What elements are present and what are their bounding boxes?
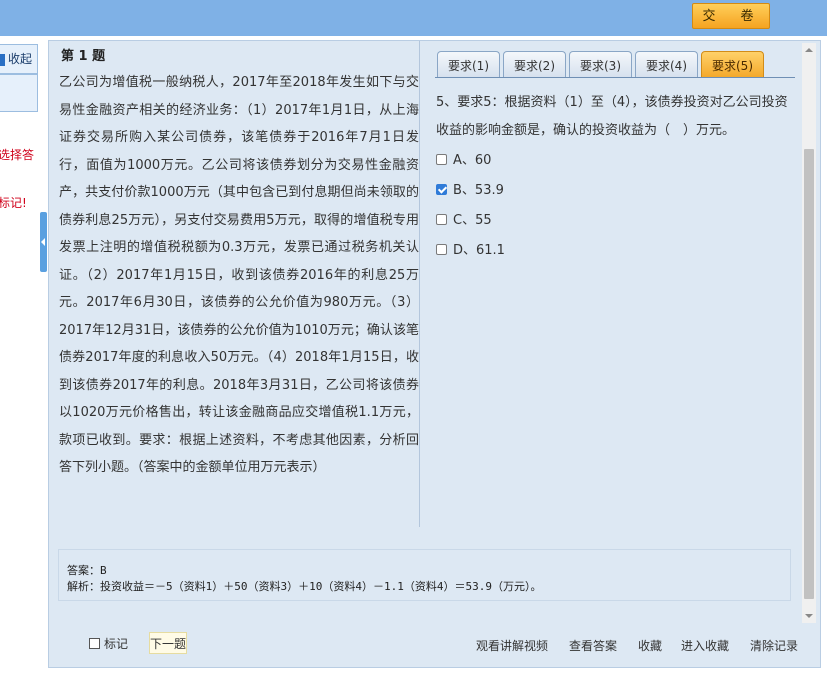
tab-requirement-1[interactable]: 要求(1)	[437, 51, 500, 77]
answer-box: 答案：B 解析：投资收益＝－5（资料1）＋50（资料3）＋10（资料4）－1.1…	[58, 549, 791, 601]
clear-records-link[interactable]: 清除记录	[750, 637, 798, 654]
watch-video-link[interactable]: 观看讲解视频	[476, 637, 548, 654]
checkbox[interactable]	[436, 154, 447, 165]
footer-bar: 标记 下一题 观看讲解视频 查看答案 收藏 进入收藏 清除记录	[49, 629, 820, 659]
question-title: 第 1 题	[61, 49, 106, 64]
option-label: B、53.9	[453, 183, 504, 198]
left-note-select: 选择答	[0, 148, 35, 162]
option-label: A、60	[453, 153, 492, 168]
option-a[interactable]: A、60	[436, 149, 491, 168]
tab-requirement-5[interactable]: 要求(5)	[701, 51, 764, 77]
view-answer-link[interactable]: 查看答案	[569, 637, 617, 654]
scroll-thumb[interactable]	[804, 149, 814, 599]
favorite-link[interactable]: 收藏	[638, 637, 662, 654]
divider	[419, 41, 420, 527]
scroll-down-arrow-icon[interactable]	[802, 609, 816, 623]
answer-text: 答案：B	[67, 564, 107, 577]
tab-requirement-2[interactable]: 要求(2)	[503, 51, 566, 77]
next-question-button[interactable]: 下一题	[149, 632, 187, 654]
question-body: 乙公司为增值税一般纳税人，2017年至2018年发生如下与交易性金融资产相关的经…	[59, 75, 419, 475]
option-d[interactable]: D、61.1	[436, 239, 505, 258]
checkbox-checked[interactable]	[436, 184, 447, 195]
question-panel: 第 1 题 乙公司为增值税一般纳税人，2017年至2018年发生如下与交易性金融…	[48, 40, 821, 668]
scroll-up-arrow-icon[interactable]	[802, 43, 816, 57]
left-note-mark: 标记!	[0, 196, 27, 210]
option-label: C、55	[453, 213, 492, 228]
mark-checkbox[interactable]: 标记	[89, 635, 128, 652]
analysis-text: 解析：投资收益＝－5（资料1）＋50（资料3）＋10（资料4）－1.1（资料4）…	[67, 580, 542, 593]
tab-requirement-4[interactable]: 要求(4)	[635, 51, 698, 77]
option-label: D、61.1	[453, 243, 505, 258]
checkbox[interactable]	[436, 214, 447, 225]
tab-underline	[435, 77, 795, 78]
option-c[interactable]: C、55	[436, 209, 492, 228]
checkbox[interactable]	[436, 244, 447, 255]
expand-handle[interactable]	[40, 212, 47, 272]
left-panel-box	[0, 74, 38, 112]
open-favorites-link[interactable]: 进入收藏	[681, 637, 729, 654]
checkbox[interactable]	[89, 638, 100, 649]
option-b[interactable]: B、53.9	[436, 179, 504, 198]
tab-requirement-3[interactable]: 要求(3)	[569, 51, 632, 77]
vertical-scrollbar[interactable]	[802, 43, 816, 623]
sub-question-text: 5、要求5：根据资料（1）至（4），该债券投资对乙公司投资收益的影响金额是，确认…	[436, 95, 788, 138]
top-bar: 交 卷	[0, 0, 827, 36]
collapse-label: 收起	[8, 52, 33, 66]
left-panel	[0, 40, 40, 678]
panel-icon	[0, 53, 5, 66]
collapse-button[interactable]: 收起	[0, 44, 38, 74]
submit-exam-button[interactable]: 交 卷	[692, 3, 770, 29]
mark-label: 标记	[104, 637, 129, 651]
